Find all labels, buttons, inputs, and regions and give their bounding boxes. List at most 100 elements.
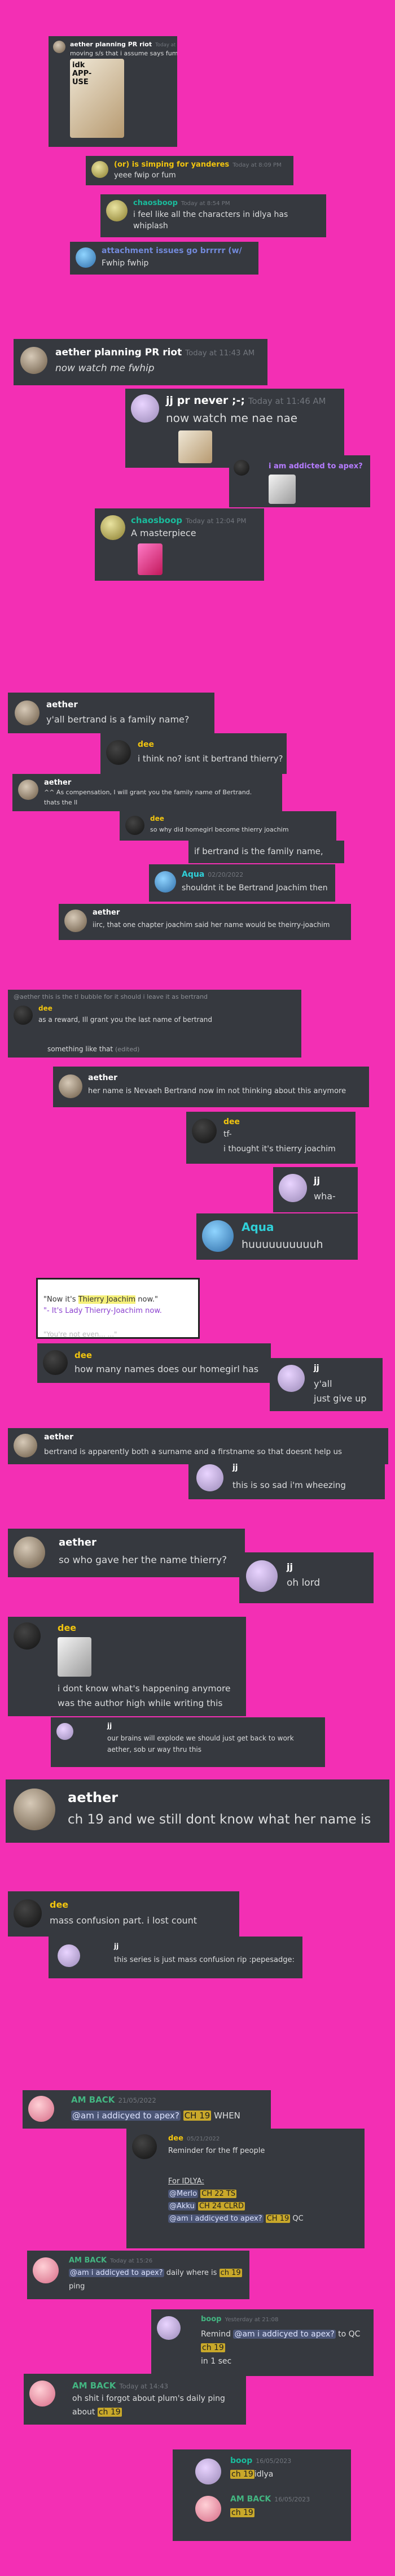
avatar[interactable] [196, 1464, 223, 1491]
avatar[interactable] [14, 1899, 42, 1927]
timestamp: Today at 12:04 PM [186, 517, 247, 525]
username[interactable]: jj [314, 1364, 319, 1373]
message-card-4: attachment issues go brrrrr (w/ Fwhip fw… [70, 242, 258, 275]
message-card-18: Aqua huuuuuuuuuuh [196, 1213, 358, 1260]
username[interactable]: dee [50, 1899, 68, 1910]
avatar[interactable] [64, 910, 87, 932]
list-item: @Akku CH 24 CLRD [168, 2202, 245, 2211]
username[interactable]: jj [287, 1561, 293, 1572]
username[interactable]: dee [38, 1004, 52, 1012]
message-text: Fwhip fwhip [102, 259, 149, 268]
meme-image[interactable]: idk APP-USE [70, 59, 124, 138]
username[interactable]: jj [114, 1942, 118, 1950]
avatar[interactable] [33, 2257, 59, 2283]
avatar[interactable] [246, 1560, 278, 1592]
avatar[interactable] [155, 871, 176, 893]
message-card-10: aether ^^ As compensation, I will grant … [12, 774, 282, 811]
avatar[interactable] [91, 161, 108, 178]
username[interactable]: jj pr never ;-; Today at 11:46 AM [166, 394, 326, 407]
avatar[interactable] [100, 515, 125, 540]
username[interactable]: jj [232, 1463, 238, 1472]
image-attachment[interactable] [138, 543, 163, 575]
username[interactable]: AM BACK 21/05/2022 [71, 2095, 156, 2105]
avatar[interactable] [131, 394, 159, 423]
avatar[interactable] [14, 1434, 37, 1457]
avatar[interactable] [279, 1174, 307, 1202]
gif-image[interactable] [178, 430, 212, 463]
message-text: in 1 sec [201, 2357, 232, 2366]
user-mention[interactable]: @am i addicyed to apex? [69, 2269, 164, 2277]
username[interactable]: boop 16/05/2023 [230, 2456, 291, 2465]
username[interactable]: dee 05/21/2022 [168, 2134, 220, 2143]
message-card-1: aether planning PR riotToday at 8:09 PM … [49, 36, 177, 147]
list-item: @am i addicyed to apex? CH 19 QC [168, 2214, 304, 2223]
username[interactable]: dee [150, 815, 164, 823]
username[interactable]: AM BACK 16/05/2023 [230, 2495, 310, 2504]
username[interactable]: i am addicted to apex? [269, 462, 363, 471]
avatar[interactable] [59, 1074, 82, 1098]
username[interactable]: boop Yesterday at 21:08 [201, 2315, 278, 2323]
username[interactable]: aether [59, 1537, 96, 1548]
username[interactable]: (or) is simping for yanderes Today at 8:0… [114, 160, 282, 169]
avatar[interactable] [18, 780, 38, 800]
username[interactable]: AM BACK Today at 14:43 [72, 2381, 168, 2391]
username[interactable]: aether [68, 1790, 118, 1805]
message-text: so why did homegirl become thierry joach… [150, 826, 289, 833]
username[interactable]: aether [44, 778, 71, 787]
user-mention[interactable]: @am i addicyed to apex? [168, 2214, 264, 2223]
avatar[interactable] [192, 1119, 217, 1143]
username[interactable]: chaosboop Today at 12:04 PM [131, 515, 247, 525]
message-text: was the author high while writing this [58, 1698, 223, 1708]
avatar[interactable] [278, 1365, 305, 1392]
username[interactable]: aether [88, 1073, 117, 1082]
avatar[interactable] [14, 1537, 45, 1568]
avatar[interactable] [14, 1789, 55, 1830]
message-card-23: jj this is so sad i'm wheezing [188, 1457, 385, 1499]
avatar[interactable] [125, 816, 144, 835]
username[interactable]: aether [93, 908, 120, 917]
username[interactable]: jj [107, 1722, 112, 1730]
username[interactable]: dee [223, 1117, 240, 1126]
username[interactable]: attachment issues go brrrrr (w/ [102, 246, 242, 255]
avatar[interactable] [14, 1622, 41, 1650]
avatar[interactable] [58, 1944, 80, 1967]
message-card-28: aether ch 19 and we still dont know what… [6, 1779, 389, 1843]
user-mention[interactable]: @am i addicyed to apex? [71, 2111, 181, 2121]
username[interactable]: aether planning PR riot Today at 11:43 AM [55, 347, 254, 358]
avatar[interactable] [132, 2134, 157, 2159]
message-card-5: aether planning PR riot Today at 11:43 AM… [14, 339, 267, 385]
avatar[interactable] [56, 1723, 73, 1740]
username[interactable]: chaosboop Today at 8:54 PM [133, 199, 230, 207]
username[interactable]: Aqua 02/20/2022 [182, 870, 243, 879]
avatar[interactable] [43, 1350, 68, 1375]
avatar[interactable] [28, 2096, 54, 2122]
username[interactable]: aether planning PR riotToday at 8:09 PM [70, 41, 177, 48]
sticker-image[interactable] [269, 475, 296, 504]
username[interactable]: aether [44, 1433, 73, 1442]
username[interactable]: dee [58, 1622, 76, 1633]
username[interactable]: dee [138, 740, 154, 749]
image-attachment[interactable] [58, 1637, 91, 1677]
avatar[interactable] [14, 1006, 33, 1025]
avatar[interactable] [29, 2381, 55, 2407]
avatar[interactable] [76, 247, 96, 268]
avatar[interactable] [195, 2496, 221, 2522]
avatar[interactable] [20, 347, 47, 374]
avatar[interactable] [106, 200, 128, 221]
user-mention[interactable]: @Akku [168, 2202, 196, 2211]
username[interactable]: dee [74, 1350, 92, 1360]
user-mention[interactable]: @Merlo [168, 2190, 199, 2198]
avatar[interactable] [202, 1220, 234, 1252]
avatar[interactable] [53, 41, 65, 53]
user-mention[interactable]: @am i addicyed to apex? [233, 2330, 336, 2339]
reply-preview[interactable]: @aether this is the tl bubble for it sho… [14, 993, 208, 1000]
avatar[interactable] [15, 700, 40, 725]
avatar[interactable] [157, 2316, 181, 2340]
avatar[interactable] [195, 2458, 221, 2484]
username[interactable]: aether [46, 699, 78, 710]
avatar[interactable] [234, 460, 249, 476]
username[interactable]: AM BACK Today at 15:26 [69, 2256, 152, 2265]
username[interactable]: Aqua [242, 1220, 274, 1234]
avatar[interactable] [106, 740, 131, 765]
username[interactable]: jj [314, 1175, 320, 1186]
